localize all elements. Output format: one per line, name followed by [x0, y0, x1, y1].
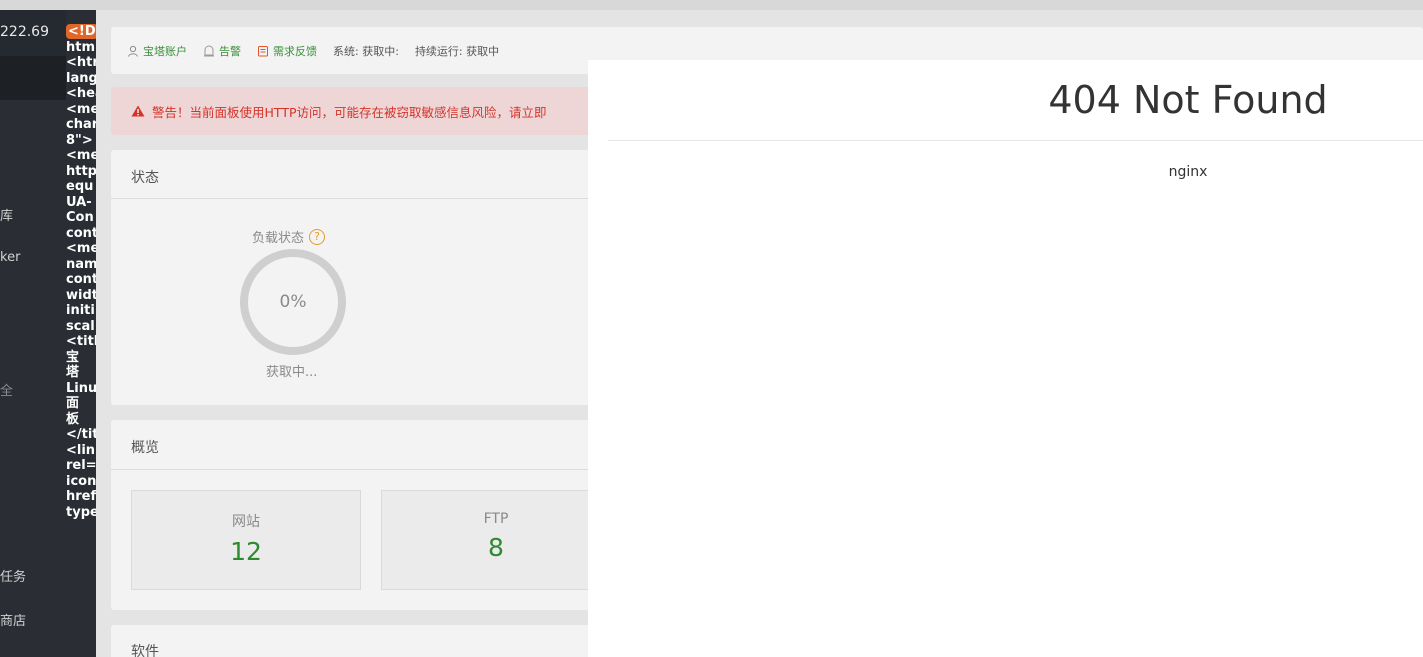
load-status: 获取中... [266, 365, 318, 380]
sidebar-item-database[interactable]: 库 [0, 205, 13, 224]
load-value: 0% [279, 292, 307, 312]
warning-text: 警告！当前面板使用HTTP访问，可能存在被窃取敏感信息风险，请立即 [152, 104, 547, 120]
feedback-icon [258, 45, 268, 56]
sidebar-top-strip [0, 0, 96, 10]
sidebar-item-home-active[interactable] [0, 56, 66, 100]
account-label: 宝塔账户 [143, 44, 187, 58]
stat-value: 8 [488, 533, 504, 562]
error-divider [608, 140, 1423, 141]
load-label-text: 负载状态 [252, 231, 305, 246]
raw-html-text-overlay: <!D htm <htr lang <hea <me char 8"> <me … [66, 24, 96, 520]
top-strip [96, 0, 1423, 10]
status-title: 状态 [131, 170, 159, 186]
stat-label: 网站 [232, 514, 260, 530]
account-link[interactable]: 宝塔账户 [127, 43, 187, 59]
stat-label: FTP [483, 511, 509, 527]
help-icon[interactable]: ? [309, 228, 326, 245]
uptime-label: 持续运行: [414, 44, 463, 58]
sidebar-item-docker[interactable]: ker [0, 250, 20, 265]
system-value: 获取中: [362, 44, 399, 58]
system-label: 系统: [333, 44, 359, 58]
warning-icon [131, 105, 145, 117]
sidebar-item-security[interactable]: 全 [0, 380, 13, 399]
load-gauge[interactable]: 0% [240, 249, 346, 355]
feedback-label: 需求反馈 [273, 44, 317, 58]
alarm-icon [204, 45, 214, 56]
system-info: 系统: 获取中: [333, 43, 399, 59]
uptime-info: 持续运行: 获取中 [415, 43, 499, 59]
user-icon [128, 45, 138, 57]
sidebar: 222.69 库 ker 全 任务 商店 <!D htm <htr lang <… [0, 0, 96, 657]
software-title: 软件 [131, 644, 159, 657]
server-ip: 222.69 [0, 24, 49, 40]
alert-link[interactable]: 告警 [203, 43, 241, 59]
load-label: 负载状态 ? [252, 227, 326, 246]
alert-label: 告警 [219, 44, 241, 58]
overview-title: 概览 [131, 440, 159, 456]
error-title: 404 Not Found [1048, 78, 1328, 122]
server-name: nginx [1168, 164, 1208, 180]
stat-value: 12 [230, 537, 262, 566]
stat-websites[interactable]: 网站 12 [131, 490, 361, 590]
error-popup: 404 Not Found nginx [588, 60, 1423, 657]
sidebar-item-store[interactable]: 商店 [0, 610, 26, 629]
uptime-value: 获取中 [466, 44, 500, 58]
sidebar-item-cron[interactable]: 任务 [0, 566, 26, 585]
stat-ftp[interactable]: FTP 8 [381, 490, 611, 590]
feedback-link[interactable]: 需求反馈 [257, 43, 317, 59]
